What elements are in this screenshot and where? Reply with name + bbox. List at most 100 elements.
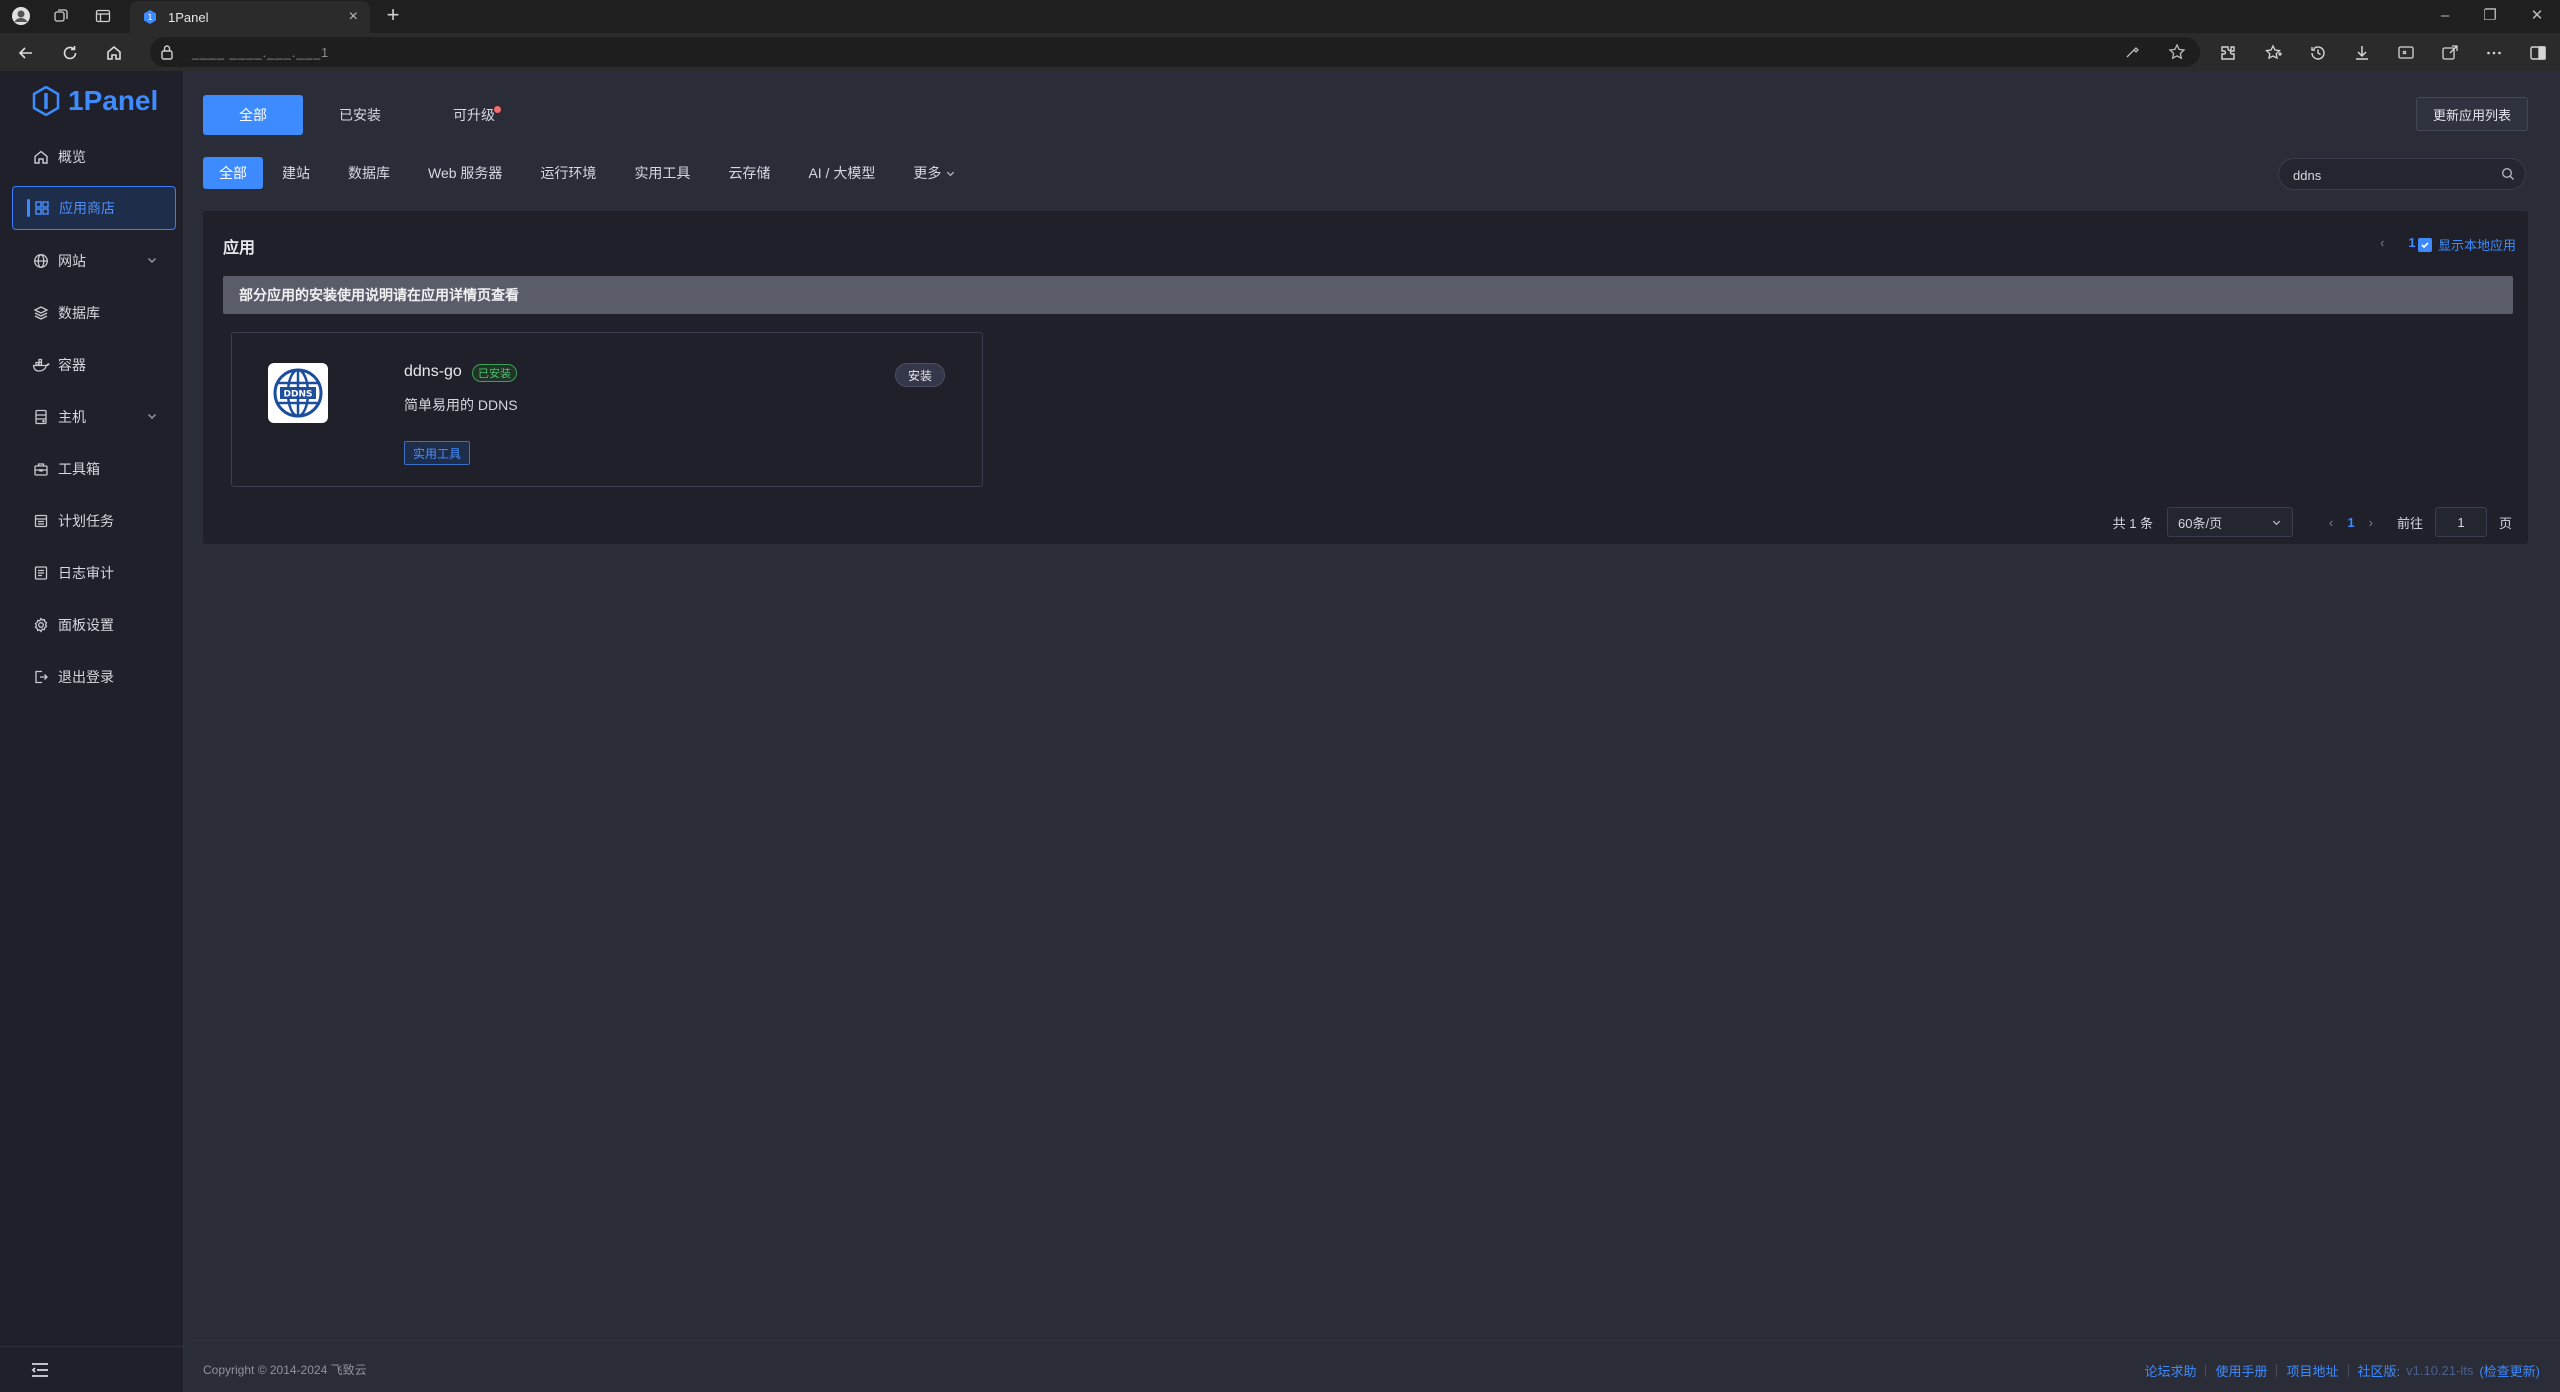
lock-icon[interactable] — [160, 44, 174, 60]
main-content: 全部 已安装 可升级 更新应用列表 全部 建站 数据库 Web 服务器 运行环境… — [185, 71, 2560, 1392]
tab-installed[interactable]: 已安装 — [303, 95, 417, 135]
calendar-icon — [32, 512, 50, 530]
sidebar-item-label: 概览 — [58, 149, 86, 165]
logout-icon — [32, 668, 50, 686]
app-root: 1Panel 概览 应用商店 网站 数据库 容器 主机 工具箱 计划任务 日志审… — [0, 71, 2560, 1392]
home-browser-icon[interactable] — [102, 41, 126, 65]
show-local-apps-label: 显示本地应用 — [2438, 238, 2517, 253]
category-database[interactable]: 数据库 — [329, 157, 409, 189]
docker-icon — [32, 356, 50, 374]
sidebar-item-container[interactable]: 容器 — [12, 343, 176, 387]
browser-tab[interactable]: 1 1Panel × — [130, 1, 370, 33]
category-runtime[interactable]: 运行环境 — [521, 157, 615, 189]
sidebar-item-overview[interactable]: 概览 — [12, 135, 176, 179]
page-size-value: 60条/页 — [2178, 515, 2223, 531]
logo[interactable]: 1Panel — [32, 85, 158, 117]
sidebar-item-label: 计划任务 — [58, 513, 114, 529]
tab-all[interactable]: 全部 — [203, 95, 303, 135]
sidebar-item-cronjob[interactable]: 计划任务 — [12, 499, 176, 543]
profile-avatar-icon[interactable] — [10, 5, 32, 27]
url-text: ____ ____.___.___1 — [192, 45, 330, 60]
next-page-icon[interactable]: › — [2369, 515, 2373, 530]
sidebar-item-database[interactable]: 数据库 — [12, 291, 176, 335]
app-card[interactable]: DDNS ddns-go 已安装 简单易用的 DDNS 实用工具 安装 — [231, 332, 983, 487]
divider — [2205, 1364, 2207, 1377]
prev-page-icon[interactable]: ‹ — [2380, 235, 2384, 250]
screenshot-icon[interactable] — [2394, 41, 2418, 65]
extensions-icon[interactable] — [2216, 41, 2240, 65]
browser-toolbar: ____ ____.___.___1 — [0, 33, 2560, 71]
show-local-apps-checkbox[interactable]: 显示本地应用 — [2418, 235, 2528, 254]
read-aloud-icon[interactable] — [2125, 43, 2141, 59]
sidebar-item-toolbox[interactable]: 工具箱 — [12, 447, 176, 491]
minimize-icon[interactable]: – — [2435, 6, 2455, 26]
history-icon[interactable] — [2306, 41, 2330, 65]
footer: Copyright © 2014-2024 飞致云 论坛求助 使用手册 项目地址… — [185, 1340, 2560, 1392]
update-badge-dot — [494, 106, 501, 113]
current-page[interactable]: 1 — [2347, 515, 2354, 530]
more-menu-icon[interactable] — [2482, 41, 2506, 65]
tab-upgradable-label: 可升级 — [453, 107, 495, 123]
new-tab-icon[interactable]: + — [382, 4, 404, 27]
pagination: 共 1 条 60条/页 ‹ 1 › 前往 1 页 — [2113, 507, 2512, 537]
favorites-icon[interactable] — [2262, 41, 2286, 65]
sidebar-item-logout[interactable]: 退出登录 — [12, 655, 176, 699]
app-category-tag: 实用工具 — [404, 441, 471, 465]
goto-label: 前往 — [2396, 515, 2423, 531]
log-icon — [32, 564, 50, 582]
favorite-star-icon[interactable] — [2168, 43, 2186, 61]
category-web-server[interactable]: Web 服务器 — [409, 157, 521, 189]
sidebar-item-app-store[interactable]: 应用商店 — [12, 186, 176, 230]
share-icon[interactable] — [2438, 41, 2462, 65]
check-update-link[interactable]: (检查更新) — [2479, 1361, 2540, 1380]
sidebar-item-host[interactable]: 主机 — [12, 395, 176, 439]
app-panel: 应用 ‹ 1 › 显示本地应用 部分应用的安装使用说明请在应用详情页查看 DDN… — [203, 211, 2528, 544]
workspaces-icon[interactable] — [50, 5, 72, 27]
back-icon[interactable] — [14, 41, 38, 65]
sidebar: 1Panel 概览 应用商店 网站 数据库 容器 主机 工具箱 计划任务 日志审… — [0, 71, 184, 1392]
collapse-menu-icon[interactable] — [30, 1361, 50, 1379]
sidebar-toggle-icon[interactable] — [2526, 41, 2550, 65]
search-icon[interactable] — [2501, 167, 2515, 181]
restore-icon[interactable]: ❐ — [2480, 6, 2500, 26]
search-input[interactable] — [2293, 165, 2493, 185]
forum-link[interactable]: 论坛求助 — [2144, 1361, 2196, 1380]
total-count: 共 1 条 — [2112, 515, 2154, 531]
category-cloud-storage[interactable]: 云存储 — [709, 157, 789, 189]
copyright: Copyright © 2014-2024 飞致云 — [203, 1363, 367, 1377]
app-name: ddns-go — [404, 363, 462, 380]
notice-banner: 部分应用的安装使用说明请在应用详情页查看 — [223, 276, 2513, 314]
sidebar-item-website[interactable]: 网站 — [12, 239, 176, 283]
tab-upgradable[interactable]: 可升级 — [417, 95, 531, 135]
category-all[interactable]: 全部 — [203, 157, 263, 189]
refresh-app-list-button[interactable]: 更新应用列表 — [2415, 97, 2528, 131]
page-size-select[interactable]: 60条/页 — [2167, 507, 2294, 537]
category-website[interactable]: 建站 — [263, 157, 329, 189]
category-ai[interactable]: AI / 大模型 — [789, 157, 894, 189]
prev-page-icon[interactable]: ‹ — [2329, 515, 2333, 530]
search-box — [2278, 158, 2526, 190]
project-link[interactable]: 项目地址 — [2286, 1361, 2338, 1380]
status-tabs: 全部 已安装 可升级 — [203, 95, 531, 135]
gear-icon — [32, 616, 50, 634]
vertical-tabs-icon[interactable] — [92, 5, 114, 27]
address-bar[interactable]: ____ ____.___.___1 — [150, 37, 2200, 67]
category-more[interactable]: 更多 — [894, 157, 975, 189]
mini-pager-current[interactable]: 1 — [2408, 235, 2415, 250]
close-window-icon[interactable]: ✕ — [2527, 6, 2547, 26]
sidebar-item-label: 应用商店 — [59, 200, 115, 216]
tab-close-icon[interactable]: × — [349, 8, 358, 26]
goto-page-input[interactable]: 1 — [2434, 507, 2487, 537]
logo-text: 1Panel — [68, 85, 159, 116]
grid-icon — [33, 199, 51, 217]
sidebar-item-label: 面板设置 — [58, 617, 114, 633]
edition-label: 社区版: — [2357, 1364, 2401, 1379]
reload-icon[interactable] — [58, 41, 82, 65]
manual-link[interactable]: 使用手册 — [2215, 1361, 2267, 1380]
tab-title: 1Panel — [168, 9, 209, 25]
downloads-icon[interactable] — [2350, 41, 2374, 65]
category-tools[interactable]: 实用工具 — [615, 157, 709, 189]
install-button[interactable]: 安装 — [895, 363, 946, 387]
sidebar-item-settings[interactable]: 面板设置 — [12, 603, 176, 647]
sidebar-item-log-audit[interactable]: 日志审计 — [12, 551, 176, 595]
